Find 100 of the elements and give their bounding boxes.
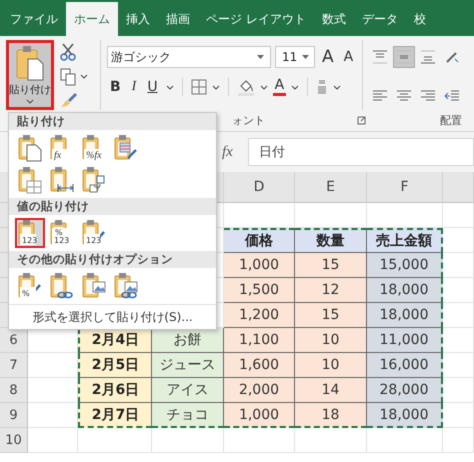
insert-function-button[interactable]: fx [222, 144, 242, 160]
ribbon-tab[interactable]: 描画 [158, 2, 198, 36]
table-cell: お餅 [152, 328, 224, 353]
align-orientation-icon [444, 50, 460, 64]
row-header[interactable]: 8 [0, 378, 28, 403]
alignment-button[interactable] [393, 46, 416, 68]
table-cell: 1,500 [224, 278, 295, 303]
caret-icon [302, 55, 309, 59]
clipboard-icon [15, 45, 45, 81]
ribbon-tab[interactable]: 挿入 [118, 2, 158, 36]
ribbon-tab[interactable]: 校 [406, 2, 434, 36]
paste-special-menu-item[interactable]: 形式を選択して貼り付け(S)... [9, 304, 216, 329]
font-name-field[interactable]: 游ゴシック [107, 46, 271, 68]
clipboard-icon [50, 166, 74, 194]
table-cell: 価格 [224, 228, 295, 253]
ribbon-tab[interactable]: ページ レイアウト [198, 2, 314, 36]
column-header[interactable]: D [224, 172, 295, 203]
table-cell: 2月7日 [78, 403, 152, 428]
table-cell: アイス [152, 378, 224, 403]
font-color-button[interactable]: A [272, 78, 286, 96]
table-cell: 数量 [295, 228, 367, 253]
row-header[interactable]: 6 [0, 328, 28, 353]
table-cell: 1,100 [224, 328, 295, 353]
shrink-font-button[interactable]: A [340, 49, 356, 65]
ribbon-tab[interactable]: 数式 [314, 2, 354, 36]
align-center-icon [396, 88, 412, 103]
table-cell: 12 [295, 278, 367, 303]
ribbon-tab[interactable]: データ [354, 2, 406, 36]
bold-button[interactable]: B [107, 79, 124, 95]
table-cell: チョコ [152, 403, 224, 428]
table-cell [443, 378, 474, 403]
caret-icon[interactable] [80, 74, 88, 80]
menu-section-header: 貼り付け [9, 113, 216, 130]
table-cell: 2月6日 [78, 378, 152, 403]
align-indent-icon [444, 88, 460, 103]
table-cell: 28,000 [367, 378, 443, 403]
table-cell: 15 [295, 253, 367, 278]
borders-icon[interactable] [190, 79, 207, 95]
brush-icon[interactable] [60, 92, 78, 108]
row-header[interactable]: 7 [0, 353, 28, 378]
table-cell [443, 353, 474, 378]
formula-field[interactable]: 日付 [248, 138, 474, 166]
table-cell: 16,000 [367, 353, 443, 378]
clipboard-icon [114, 272, 138, 300]
row-header[interactable]: 9 [0, 403, 28, 428]
table-cell [295, 428, 367, 453]
table-cell [443, 228, 474, 253]
clipboard-icon [50, 272, 74, 300]
table-cell: 18 [295, 403, 367, 428]
scissors-icon[interactable] [60, 43, 76, 62]
menu-section-header: 値の貼り付け [9, 198, 216, 216]
caret-icon[interactable] [212, 84, 220, 90]
align-middle-icon [396, 50, 412, 64]
clipboard-icon [18, 134, 42, 162]
copy-icon[interactable] [60, 68, 76, 86]
dialog-launcher-icon[interactable] [357, 116, 366, 126]
table-cell [443, 303, 474, 328]
table-cell: 10 [295, 328, 367, 353]
table-cell: 15 [295, 303, 367, 328]
align-right-icon [420, 88, 436, 103]
group-label: 配置 [440, 113, 462, 128]
caret-icon[interactable] [333, 84, 342, 90]
ribbon-tab[interactable]: ファイル [2, 2, 66, 36]
underline-button[interactable]: U [144, 79, 161, 95]
table-cell: 2月5日 [78, 353, 152, 378]
table-cell: 1,000 [224, 253, 295, 278]
caret-icon[interactable] [291, 84, 300, 90]
column-header[interactable]: F [367, 172, 443, 203]
table-cell [152, 428, 224, 453]
caret-icon[interactable] [260, 84, 268, 90]
clipboard-icon [114, 134, 138, 162]
table-cell: ジュース [152, 353, 224, 378]
table-cell [443, 278, 474, 303]
align-bottom-icon [420, 50, 436, 64]
clipboard-icon [82, 166, 106, 194]
table-cell: 1,600 [224, 353, 295, 378]
column-header[interactable]: E [295, 172, 367, 203]
phonetic-icon[interactable] [316, 79, 328, 95]
paste-button[interactable]: 貼り付け [6, 40, 54, 110]
table-cell: 2月4日 [78, 328, 152, 353]
caret-icon[interactable] [166, 84, 174, 90]
align-left-icon [372, 88, 388, 103]
row-header[interactable]: 10 [0, 428, 28, 453]
table-cell [28, 428, 78, 453]
caret-icon [257, 55, 264, 59]
font-size-field[interactable]: 11 [275, 46, 315, 68]
ribbon-tab[interactable]: ホーム [66, 2, 118, 36]
table-cell: 2,000 [224, 378, 295, 403]
table-cell: 1,200 [224, 303, 295, 328]
paint-bucket-icon[interactable] [236, 78, 255, 96]
group-label: ォント [232, 113, 265, 128]
table-cell: 14 [295, 378, 367, 403]
grow-font-button[interactable]: A [319, 47, 337, 67]
table-cell: 18,000 [367, 303, 443, 328]
clipboard-icon [18, 166, 42, 194]
table-cell [443, 203, 474, 228]
align-top-icon [372, 50, 388, 64]
table-cell: 11,000 [367, 328, 443, 353]
clipboard-icon [82, 272, 106, 300]
italic-button[interactable]: I [128, 79, 140, 95]
